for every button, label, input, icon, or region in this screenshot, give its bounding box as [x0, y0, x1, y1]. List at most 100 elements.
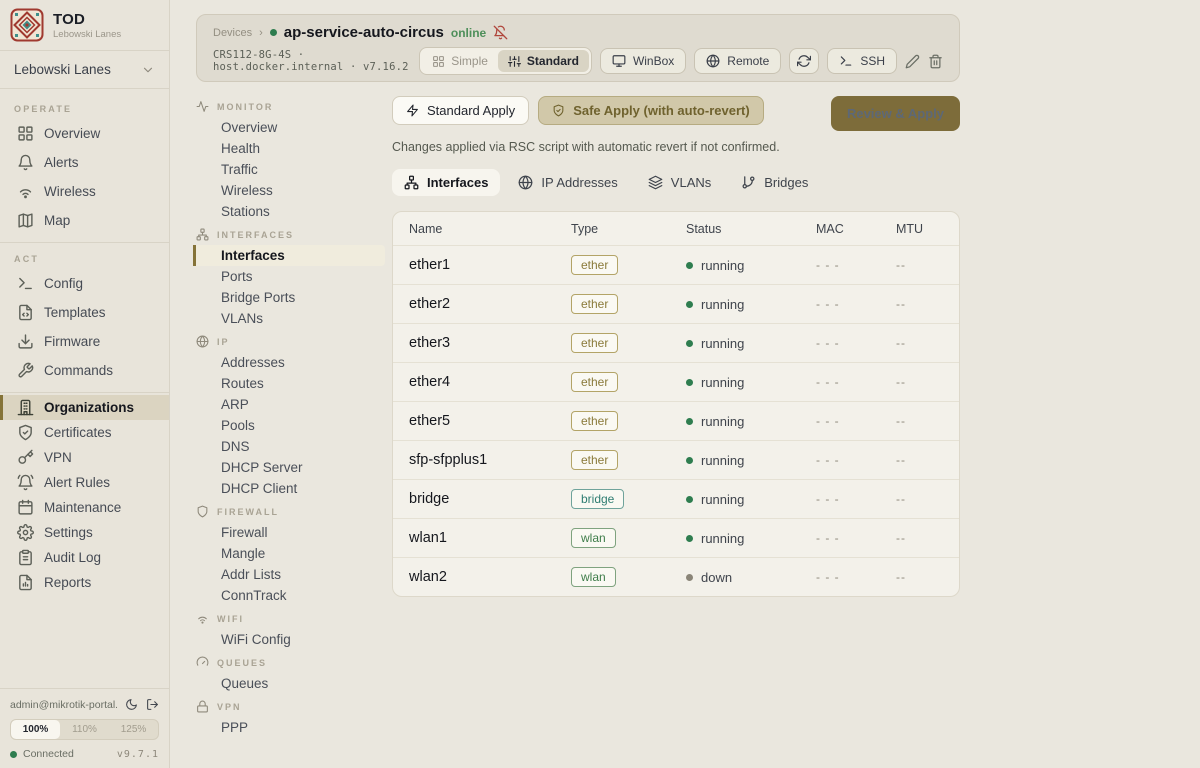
sidebar-item-alert-rules[interactable]: Alert Rules: [0, 470, 169, 495]
devnav-dhcp-server[interactable]: DHCP Server: [193, 457, 385, 478]
status-dot: [686, 379, 693, 386]
winbox-button[interactable]: WinBox: [600, 48, 686, 74]
type-badge: wlan: [571, 528, 616, 548]
ssh-button[interactable]: SSH: [827, 48, 897, 74]
group-label-queues: QUEUES: [217, 658, 267, 668]
status-dot: [686, 496, 693, 503]
type-badge: wlan: [571, 567, 616, 587]
sidebar-item-firmware[interactable]: Firmware: [0, 327, 169, 356]
device-meta: CRS112-8G-4S · host.docker.internal · v7…: [213, 49, 419, 73]
table-row[interactable]: ether2 ether running - - - --: [393, 284, 959, 323]
table-row[interactable]: ether1 ether running - - - --: [393, 245, 959, 284]
table-row[interactable]: ether5 ether running - - - --: [393, 401, 959, 440]
sidebar-item-settings[interactable]: Settings: [0, 520, 169, 545]
terminal-icon: [17, 275, 34, 292]
calendar-icon: [17, 499, 34, 516]
breadcrumb-devices[interactable]: Devices: [213, 27, 252, 39]
devnav-traffic[interactable]: Traffic: [193, 159, 385, 180]
type-badge: ether: [571, 333, 618, 353]
devnav-health[interactable]: Health: [193, 138, 385, 159]
devnav-queues[interactable]: Queues: [193, 673, 385, 694]
sidebar-item-maintenance[interactable]: Maintenance: [0, 495, 169, 520]
mode-simple-button[interactable]: Simple: [422, 50, 498, 72]
devnav-conntrack[interactable]: ConnTrack: [193, 585, 385, 606]
building-icon: [17, 399, 34, 416]
tab-ip-addresses[interactable]: IP Addresses: [506, 169, 629, 196]
table-row[interactable]: ether4 ether running - - - --: [393, 362, 959, 401]
sidebar-item-map[interactable]: Map: [0, 206, 169, 235]
table-row[interactable]: sfp-sfpplus1 ether running - - - --: [393, 440, 959, 479]
devnav-addr-lists[interactable]: Addr Lists: [193, 564, 385, 585]
devnav-dhcp-client[interactable]: DHCP Client: [193, 478, 385, 499]
devnav-addresses[interactable]: Addresses: [193, 352, 385, 373]
standard-apply-button[interactable]: Standard Apply: [392, 96, 529, 125]
zoom-option-110[interactable]: 110%: [60, 720, 109, 739]
moon-icon[interactable]: [125, 698, 138, 711]
devnav-ppp[interactable]: PPP: [193, 717, 385, 738]
logout-icon[interactable]: [146, 698, 159, 711]
tab-bridges[interactable]: Bridges: [729, 169, 820, 196]
col-mac: MAC: [816, 222, 896, 236]
devnav-arp[interactable]: ARP: [193, 394, 385, 415]
wifi-icon: [196, 612, 209, 625]
sidebar-item-templates[interactable]: Templates: [0, 298, 169, 327]
bell-off-icon[interactable]: [493, 25, 508, 40]
sidebar-item-reports[interactable]: Reports: [0, 570, 169, 595]
edit-pencil-icon[interactable]: [905, 54, 920, 69]
clipboard-icon: [17, 549, 34, 566]
safe-apply-button[interactable]: Safe Apply (with auto-revert): [538, 96, 763, 125]
table-row[interactable]: bridge bridge running - - - --: [393, 479, 959, 518]
devnav-dns[interactable]: DNS: [193, 436, 385, 457]
devnav-firewall[interactable]: Firewall: [193, 522, 385, 543]
devnav-wireless[interactable]: Wireless: [193, 180, 385, 201]
devnav-vlans[interactable]: VLANs: [193, 308, 385, 329]
sidebar-item-organizations[interactable]: Organizations: [0, 395, 169, 420]
devnav-routes[interactable]: Routes: [193, 373, 385, 394]
sidebar-item-config[interactable]: Config: [0, 269, 169, 298]
zoom-option-125[interactable]: 125%: [109, 720, 158, 739]
col-mtu: MTU: [896, 222, 943, 236]
type-badge: ether: [571, 294, 618, 314]
type-badge: ether: [571, 450, 618, 470]
sliders-icon: [508, 55, 521, 68]
table-row[interactable]: wlan1 wlan running - - - --: [393, 518, 959, 557]
org-selector[interactable]: Lebowski Lanes: [0, 51, 169, 89]
group-label-monitor: MONITOR: [217, 102, 273, 112]
devnav-mangle[interactable]: Mangle: [193, 543, 385, 564]
device-header-card: Devices › ap-service-auto-circus online …: [196, 14, 960, 82]
col-type: Type: [571, 222, 686, 236]
devnav-interfaces[interactable]: Interfaces: [193, 245, 385, 266]
devnav-bridge-ports[interactable]: Bridge Ports: [193, 287, 385, 308]
sidebar-item-wireless[interactable]: Wireless: [0, 177, 169, 206]
mode-standard-button[interactable]: Standard: [498, 50, 589, 72]
review-apply-button[interactable]: Review & Apply: [831, 96, 960, 131]
user-email: admin@mikrotik-portal.dev: [10, 699, 117, 711]
sidebar-item-certificates[interactable]: Certificates: [0, 420, 169, 445]
bell-icon: [17, 154, 34, 171]
refresh-button[interactable]: [789, 48, 819, 74]
tab-vlans[interactable]: VLANs: [636, 169, 723, 196]
devnav-stations[interactable]: Stations: [193, 201, 385, 222]
activity-icon: [196, 100, 209, 113]
devnav-ports[interactable]: Ports: [193, 266, 385, 287]
zap-icon: [406, 104, 419, 117]
tab-interfaces[interactable]: Interfaces: [392, 169, 500, 196]
wifi-icon: [17, 183, 34, 200]
sidebar-item-alerts[interactable]: Alerts: [0, 148, 169, 177]
table-row[interactable]: ether3 ether running - - - --: [393, 323, 959, 362]
sidebar-item-overview[interactable]: Overview: [0, 119, 169, 148]
trash-icon[interactable]: [928, 54, 943, 69]
sidebar-footer: admin@mikrotik-portal.dev 100% 110% 125%…: [0, 688, 169, 768]
sidebar-item-commands[interactable]: Commands: [0, 356, 169, 385]
file-code-icon: [17, 304, 34, 321]
sidebar-item-vpn[interactable]: VPN: [0, 445, 169, 470]
devnav-wifi-config[interactable]: WiFi Config: [193, 629, 385, 650]
app-title: TOD: [53, 11, 121, 28]
remote-button[interactable]: Remote: [694, 48, 781, 74]
zoom-option-100[interactable]: 100%: [11, 720, 60, 739]
devnav-overview[interactable]: Overview: [193, 117, 385, 138]
sidebar-item-audit-log[interactable]: Audit Log: [0, 545, 169, 570]
table-row[interactable]: wlan2 wlan down - - - --: [393, 557, 959, 596]
devnav-pools[interactable]: Pools: [193, 415, 385, 436]
report-icon: [17, 574, 34, 591]
